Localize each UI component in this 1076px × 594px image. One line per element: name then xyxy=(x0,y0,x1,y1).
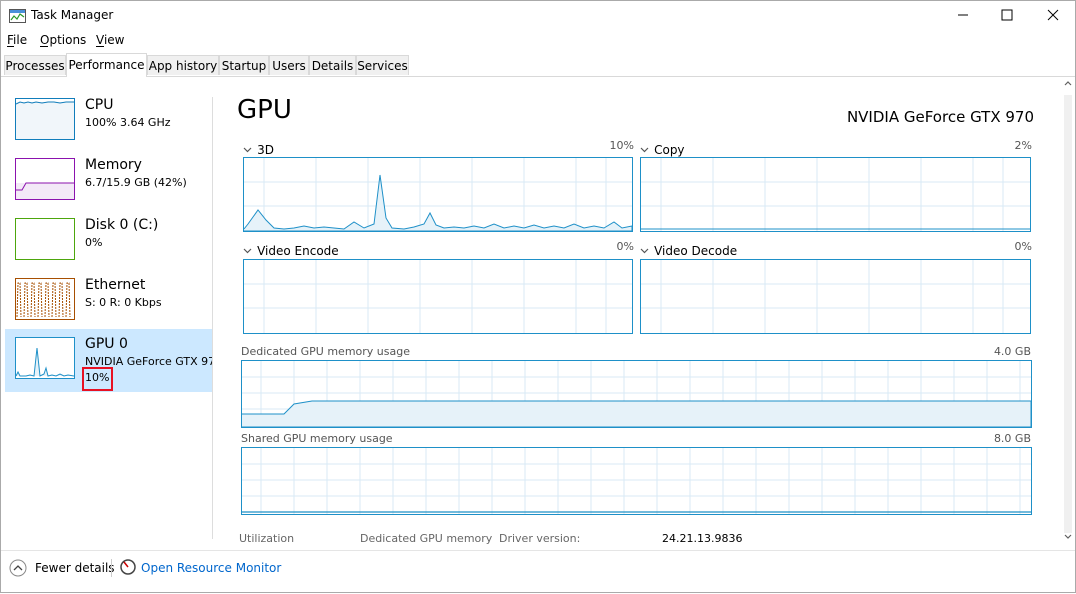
pane-divider xyxy=(212,97,213,539)
footer-divider xyxy=(111,559,112,577)
engine-copy-dropdown[interactable]: Copy xyxy=(640,139,685,158)
sidebar-disk-title: Disk 0 (C:) xyxy=(85,217,159,233)
scroll-down-icon[interactable] xyxy=(1064,534,1072,539)
engine-video-decode-percent: 0% xyxy=(1014,240,1032,253)
disk-thumbnail-graph xyxy=(15,218,75,260)
gpu-thumbnail-graph xyxy=(15,337,75,379)
engine-3d-graph xyxy=(243,157,633,232)
ethernet-thumbnail-graph xyxy=(15,278,75,320)
page-title: GPU xyxy=(237,95,292,125)
gpu-model-name: NVIDIA GeForce GTX 970 xyxy=(846,108,1034,126)
tab-performance[interactable]: Performance xyxy=(66,53,147,77)
menu-options[interactable]: Options xyxy=(40,33,86,47)
engine-3d-percent: 10% xyxy=(609,139,634,152)
minimize-button[interactable] xyxy=(940,0,986,30)
engine-copy-graph xyxy=(640,157,1031,232)
cpu-thumbnail-graph xyxy=(15,98,75,140)
shared-memory-label: Shared GPU memory usage xyxy=(241,432,393,445)
close-button[interactable] xyxy=(1030,0,1076,30)
engine-video-encode-graph xyxy=(243,259,633,334)
vertical-scrollbar[interactable] xyxy=(1060,77,1076,545)
engine-video-decode-label: Video Decode xyxy=(654,244,738,258)
sidebar-gpu-title: GPU 0 xyxy=(85,336,128,352)
engine-3d-dropdown[interactable]: 3D xyxy=(243,139,274,158)
sidebar-item-disk[interactable]: Disk 0 (C:) 0% xyxy=(5,210,212,270)
driver-version-label: Driver version: xyxy=(499,532,581,545)
window-title: Task Manager xyxy=(31,8,114,22)
engine-copy-label: Copy xyxy=(654,143,685,157)
sidebar-disk-sub: 0% xyxy=(85,236,103,249)
sidebar-ethernet-title: Ethernet xyxy=(85,277,146,293)
close-icon xyxy=(1047,9,1059,21)
menu-file[interactable]: File xyxy=(7,33,27,47)
chevron-down-icon xyxy=(640,147,649,152)
sidebar-item-memory[interactable]: Memory 6.7/15.9 GB (42%) xyxy=(5,150,212,210)
engine-3d-label: 3D xyxy=(257,143,274,157)
maximize-button[interactable] xyxy=(984,0,1030,30)
tab-services[interactable]: Services xyxy=(356,55,409,75)
task-manager-icon xyxy=(9,8,26,23)
tab-users[interactable]: Users xyxy=(269,55,309,75)
resource-monitor-icon[interactable] xyxy=(120,559,136,579)
utilization-label: Utilization xyxy=(239,532,295,545)
tab-startup[interactable]: Startup xyxy=(219,55,269,75)
driver-version-value: 24.21.13.9836 xyxy=(662,532,743,545)
sidebar-item-ethernet[interactable]: Ethernet S: 0 R: 0 Kbps xyxy=(5,270,212,330)
scroll-up-icon[interactable] xyxy=(1064,81,1072,86)
dedicated-memory-label: Dedicated GPU memory usage xyxy=(241,345,410,358)
engine-video-decode-dropdown[interactable]: Video Decode xyxy=(640,240,737,259)
fewer-details-icon[interactable] xyxy=(9,559,27,581)
tab-processes[interactable]: Processes xyxy=(4,55,66,75)
engine-video-encode-dropdown[interactable]: Video Encode xyxy=(243,240,339,259)
accelerator-underline xyxy=(7,46,14,47)
tab-app-history[interactable]: App history xyxy=(147,55,219,75)
menu-view[interactable]: View xyxy=(96,33,124,47)
engine-copy-percent: 2% xyxy=(1014,139,1032,152)
sidebar-ethernet-sub: S: 0 R: 0 Kbps xyxy=(85,296,162,309)
open-resource-monitor-link[interactable]: Open Resource Monitor xyxy=(141,561,281,575)
fewer-details-button[interactable]: Fewer details xyxy=(35,561,115,575)
sidebar-item-gpu[interactable]: GPU 0 NVIDIA GeForce GTX 970 10% xyxy=(5,329,212,392)
engine-video-encode-percent: 0% xyxy=(616,240,634,253)
dedicated-memory-graph xyxy=(241,360,1032,428)
shared-memory-graph xyxy=(241,447,1032,515)
highlight-box xyxy=(82,367,113,391)
title-bar[interactable] xyxy=(0,0,1076,30)
tab-details[interactable]: Details xyxy=(309,55,356,75)
engine-video-decode-graph xyxy=(640,259,1031,334)
sidebar-cpu-sub: 100% 3.64 GHz xyxy=(85,116,171,129)
dedicated-memory-max: 4.0 GB xyxy=(993,345,1031,358)
memory-thumbnail-graph xyxy=(15,158,75,200)
chevron-down-icon xyxy=(243,147,252,152)
sidebar-memory-sub: 6.7/15.9 GB (42%) xyxy=(85,176,187,189)
accelerator-underline xyxy=(40,46,48,47)
engine-video-encode-label: Video Encode xyxy=(257,244,339,258)
dedicated-gpu-memory-label: Dedicated GPU memory xyxy=(360,532,493,545)
maximize-icon xyxy=(1001,9,1013,21)
sidebar-cpu-title: CPU xyxy=(85,97,114,113)
minimize-icon xyxy=(958,14,968,16)
chevron-down-icon xyxy=(243,248,252,253)
chevron-down-icon xyxy=(640,248,649,253)
menu-bar xyxy=(0,31,1076,51)
accelerator-underline xyxy=(96,46,104,47)
sidebar-memory-title: Memory xyxy=(85,157,142,173)
shared-memory-max: 8.0 GB xyxy=(993,432,1031,445)
sidebar-item-cpu[interactable]: CPU 100% 3.64 GHz xyxy=(5,90,212,150)
